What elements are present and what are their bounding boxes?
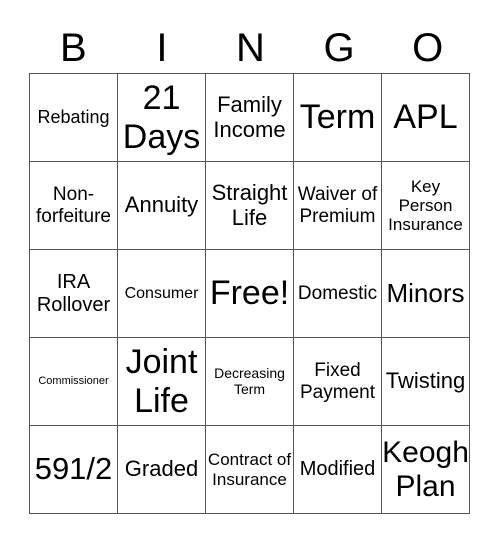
bingo-cell[interactable]: Term [293, 73, 382, 162]
bingo-cell[interactable]: 21 Days [117, 73, 206, 162]
bingo-cell[interactable]: Key Person Insurance [381, 161, 470, 250]
free-space-cell[interactable]: Free! [205, 249, 294, 338]
bingo-cell[interactable]: Straight Life [205, 161, 294, 250]
bingo-cell[interactable]: Family Income [205, 73, 294, 162]
header-letter-n: N [236, 26, 265, 70]
bingo-row: Non-forfeiture Annuity Straight Life Waiver… [29, 161, 470, 250]
bingo-cell[interactable]: Decreasing Term [205, 337, 294, 426]
bingo-cell[interactable]: Commissioner [29, 337, 118, 426]
bingo-cell[interactable]: Fixed Payment [293, 337, 382, 426]
bingo-cell[interactable]: Keogh Plan [381, 425, 470, 514]
bingo-cell[interactable]: Consumer [117, 249, 206, 338]
bingo-cell[interactable]: Minors [381, 249, 470, 338]
bingo-header: B I N G O [29, 24, 472, 72]
bingo-cell[interactable]: Graded [117, 425, 206, 514]
bingo-cell[interactable]: APL [381, 73, 470, 162]
bingo-cell[interactable]: Rebating [29, 73, 118, 162]
bingo-cell[interactable]: Joint Life [117, 337, 206, 426]
bingo-cell[interactable]: Annuity [117, 161, 206, 250]
bingo-cell[interactable]: Waiver of Premium [293, 161, 382, 250]
bingo-row: Rebating 21 Days Family Income Term APL [29, 73, 470, 162]
bingo-cell[interactable]: Modified [293, 425, 382, 514]
bingo-grid: Rebating 21 Days Family Income Term APL Non-f… [29, 73, 470, 514]
bingo-row: 591/2 Graded Contract of Insurance Modified… [29, 425, 470, 514]
bingo-row: Commissioner Joint Life Decreasing Term Fix… [29, 337, 470, 426]
bingo-cell[interactable]: Non-forfeiture [29, 161, 118, 250]
bingo-row: IRA Rollover Consumer Free! Domestic Minors [29, 249, 470, 338]
header-letter-i: I [156, 26, 168, 70]
header-letter-g: G [323, 26, 355, 70]
bingo-cell[interactable]: Contract of Insurance [205, 425, 294, 514]
bingo-cell[interactable]: IRA Rollover [29, 249, 118, 338]
bingo-cell[interactable]: 591/2 [29, 425, 118, 514]
bingo-cell[interactable]: Twisting [381, 337, 470, 426]
bingo-cell[interactable]: Domestic [293, 249, 382, 338]
header-letter-o: O [412, 26, 444, 70]
header-letter-b: B [59, 26, 87, 70]
